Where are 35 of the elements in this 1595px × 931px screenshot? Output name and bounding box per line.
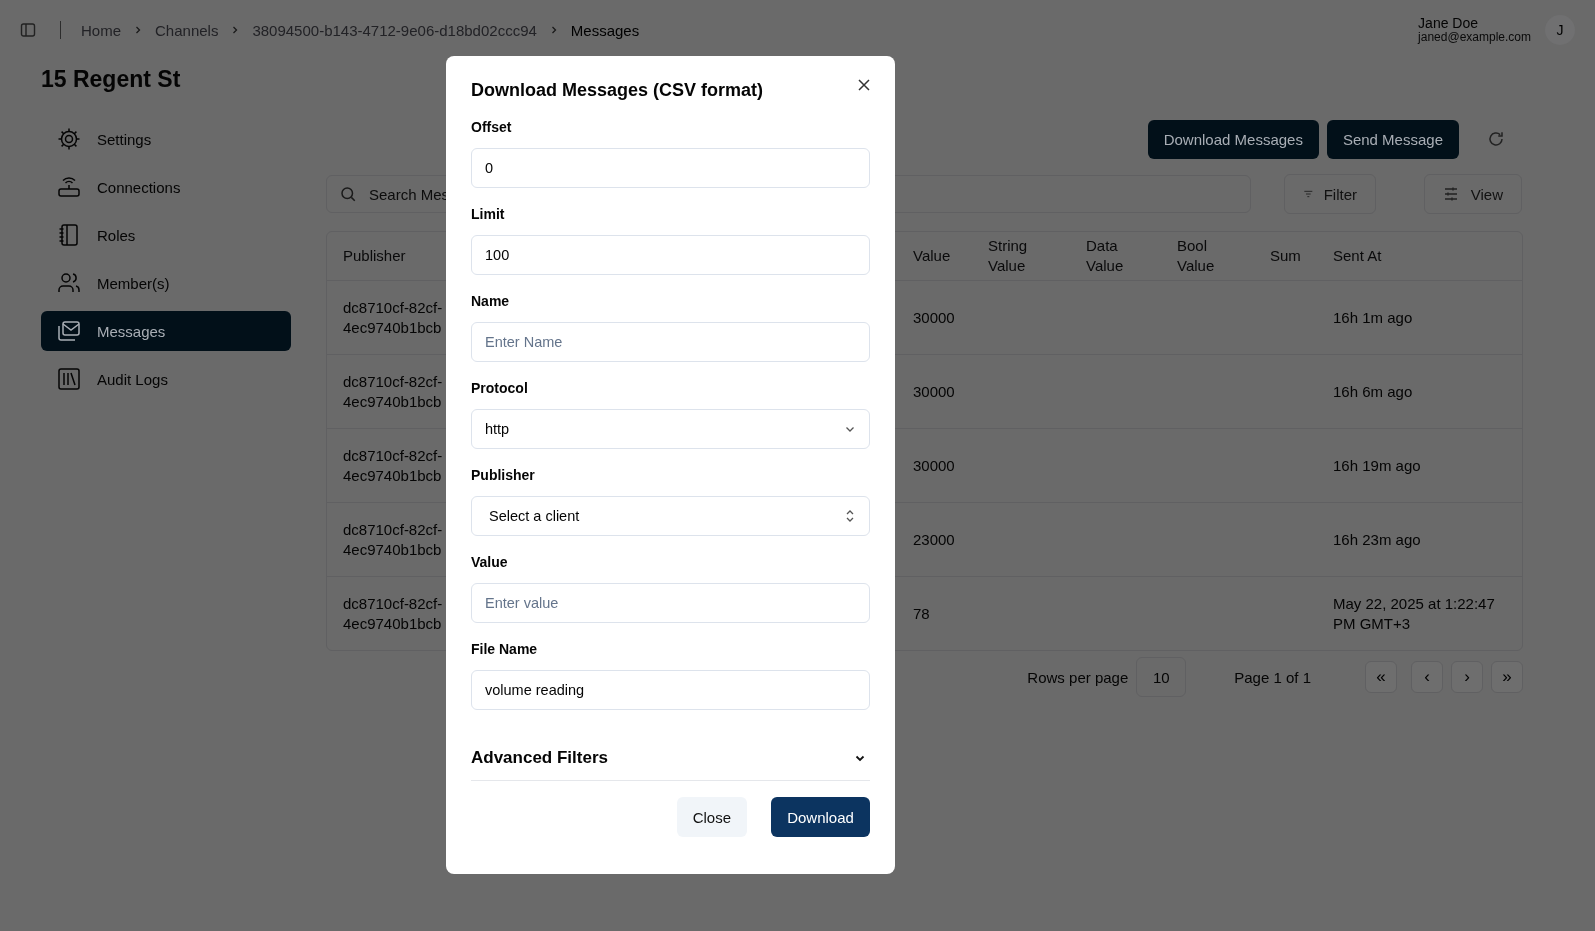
dialog-title: Download Messages (CSV format) [471,79,764,101]
column-header: Publisher [343,246,406,266]
table-cell-text: dc8710cf-82cf-4ec9740b1bcb [343,371,444,412]
user-name: Jane Doe [1418,16,1480,30]
table-cell: 16h 23m ago [1333,530,1421,548]
table-cell: May 22, 2025 at 1:22:47 PM GMT+3 [1333,594,1495,632]
table-cell: 78 [913,604,930,622]
table-cell: 23000 [913,530,955,548]
rows-per-page-label: Rows per page [1027,668,1129,686]
field-label: Limit [471,206,506,222]
table-cell: 30000 [913,456,955,474]
column-header: String Value [988,236,1029,276]
column-header: Data Value [1086,236,1125,276]
page-indicator: Page 1 of 1 [1234,668,1311,686]
table-cell: 16h 1m ago [1333,308,1413,326]
column-header: Bool Value [1177,236,1216,276]
table-cell-text: dc8710cf-82cf-4ec9740b1bcb [343,445,444,486]
table-cell: 30000 [913,382,955,400]
table-cell: 30000 [913,308,955,326]
user-email: janed@example.com [1418,30,1531,44]
column-header: Sum [1270,246,1301,266]
field-label: Value [471,554,509,570]
table-cell-text: dc8710cf-82cf-4ec9740b1bcb [343,519,444,560]
table-cell-text: dc8710cf-82cf-4ec9740b1bcb [343,593,444,634]
field-label: Name [471,293,511,309]
column-header: Sent At [1333,246,1382,266]
column-header: Value [913,246,951,266]
field-label: Publisher [471,467,536,483]
field-label: Offset [471,119,513,135]
page-title: 15 Regent St [41,66,181,94]
field-label: File Name [471,641,539,657]
table-cell: 16h 19m ago [1333,456,1421,474]
table-cell: 16h 6m ago [1333,382,1413,400]
field-label: Protocol [471,380,529,396]
table-cell-text: dc8710cf-82cf-4ec9740b1bcb [343,297,444,338]
